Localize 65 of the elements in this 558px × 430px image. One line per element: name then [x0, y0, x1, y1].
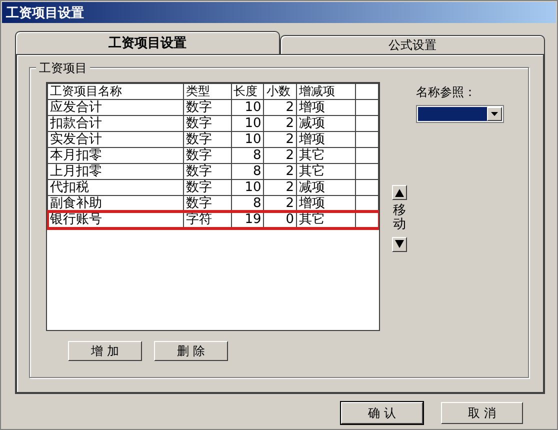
table-cell: 增项 — [296, 100, 356, 116]
caret-icon — [491, 112, 498, 116]
table-cell: 其它 — [296, 148, 356, 164]
table-cell: 数字 — [184, 180, 232, 196]
table-cell: 10 — [231, 116, 264, 132]
table-cell: 数字 — [184, 100, 232, 116]
delete-button[interactable]: 删 除 — [154, 341, 228, 361]
tab[interactable]: 公式设置 — [280, 35, 545, 54]
table-cell: 减项 — [296, 180, 356, 196]
down-triangle-icon — [395, 240, 404, 248]
table-cell: 8 — [231, 164, 264, 180]
table-cell: 数字 — [184, 164, 232, 180]
table-cell: 10 — [231, 132, 264, 148]
move-up-button[interactable] — [392, 185, 407, 200]
tab[interactable]: 工资项目设置 — [15, 31, 280, 54]
table-cell: 数字 — [184, 196, 232, 212]
table-cell: 8 — [231, 148, 264, 164]
table-row[interactable]: 实发合计 数字 10 2 增项 — [48, 132, 378, 148]
table-cell: 代扣税 — [48, 180, 184, 196]
column-header[interactable]: 工资项目名称 — [48, 84, 184, 100]
column-header[interactable]: 增减项 — [296, 84, 356, 100]
table-cell: 实发合计 — [48, 132, 184, 148]
table-cell: 上月扣零 — [48, 164, 184, 180]
table-cell: 2 — [264, 164, 296, 180]
table-cell: 数字 — [184, 116, 232, 132]
table-cell: 数字 — [184, 148, 232, 164]
column-header[interactable]: 类型 — [184, 84, 232, 100]
move-label: 移动 — [393, 204, 406, 233]
table-cell: 2 — [264, 148, 296, 164]
table-cell: 本月扣零 — [48, 148, 184, 164]
table-cell: 应发合计 — [48, 100, 184, 116]
window-title: 工资项目设置 — [2, 2, 556, 23]
table-cell: 增项 — [296, 196, 356, 212]
table-row[interactable]: 上月扣零 数字 8 2 其它 — [48, 164, 378, 180]
table-cell: 10 — [231, 180, 264, 196]
table-cell: 10 — [231, 100, 264, 116]
table-cell: 其它 — [296, 164, 356, 180]
up-triangle-icon — [395, 188, 404, 196]
column-header[interactable]: 长度 — [231, 84, 264, 100]
column-header[interactable]: 小数 — [264, 84, 296, 100]
table-cell: 2 — [264, 132, 296, 148]
highlighted-row[interactable]: 银行账号 字符 19 0 其它 — [48, 212, 378, 228]
move-down-button[interactable] — [392, 236, 407, 252]
add-button[interactable]: 增 加 — [68, 341, 142, 361]
table-cell: 数字 — [184, 132, 232, 148]
table-cell: 副食补助 — [48, 196, 184, 212]
table-cell: 增项 — [296, 132, 356, 148]
group-title: 工资项目 — [36, 60, 90, 77]
table-cell: 字符 — [184, 212, 232, 228]
table-cell: 扣款合计 — [48, 116, 184, 132]
table-row[interactable]: 应发合计 数字 10 2 增项 — [48, 100, 378, 116]
reference-dropdown[interactable] — [416, 105, 504, 123]
table-row[interactable]: 副食补助 数字 8 2 增项 — [48, 196, 378, 212]
table-cell: 2 — [264, 180, 296, 196]
table-cell: 减项 — [296, 116, 356, 132]
table-cell: 2 — [264, 116, 296, 132]
table-cell: 2 — [264, 100, 296, 116]
reference-label: 名称参照： — [416, 84, 477, 101]
table-row[interactable]: 扣款合计 数字 10 2 减项 — [48, 116, 378, 132]
table-row[interactable]: 代扣税 数字 10 2 减项 — [48, 180, 378, 196]
table-row[interactable]: 本月扣零 数字 8 2 其它 — [48, 148, 378, 164]
ok-button[interactable]: 确 认 — [341, 402, 423, 424]
cancel-button[interactable]: 取 消 — [441, 402, 523, 424]
table-cell: 其它 — [296, 212, 356, 228]
table-cell: 银行账号 — [48, 212, 184, 228]
